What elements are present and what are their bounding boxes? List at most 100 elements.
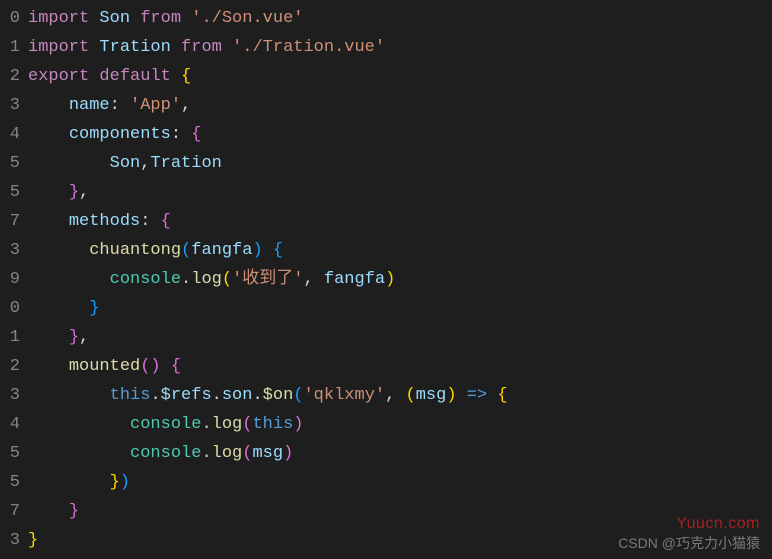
code-token: }: [69, 183, 79, 202]
code-token: .: [181, 270, 191, 289]
code-token: [28, 328, 69, 347]
code-token: [222, 38, 232, 57]
code-line[interactable]: this.$refs.son.$on('qklxmy', (msg) => {: [28, 381, 772, 410]
code-line[interactable]: components: {: [28, 120, 772, 149]
code-token: .: [252, 386, 262, 405]
line-number: 5: [0, 468, 28, 497]
code-token: [130, 9, 140, 28]
code-line[interactable]: console.log(this): [28, 410, 772, 439]
code-token: Son: [110, 154, 141, 173]
line-number: 2: [0, 62, 28, 91]
code-token: ): [120, 473, 130, 492]
code-token: {: [161, 212, 171, 231]
line-number: 3: [0, 381, 28, 410]
code-token: log: [191, 270, 222, 289]
code-token: (: [181, 241, 191, 260]
watermark-sub: CSDN @巧克力小猫猿: [618, 533, 760, 553]
code-line[interactable]: },: [28, 323, 772, 352]
code-token: components: [69, 125, 171, 144]
code-token: :: [110, 96, 130, 115]
line-number: 0: [0, 4, 28, 33]
line-number: 3: [0, 91, 28, 120]
code-token: [28, 270, 110, 289]
code-token: import: [28, 38, 89, 57]
code-line[interactable]: chuantong(fangfa) {: [28, 236, 772, 265]
code-token: $on: [263, 386, 294, 405]
code-token: .: [150, 386, 160, 405]
code-token: [89, 67, 99, 86]
line-number: 4: [0, 410, 28, 439]
code-token: .: [201, 444, 211, 463]
code-token: {: [273, 241, 283, 260]
code-line[interactable]: console.log(msg): [28, 439, 772, 468]
code-token: ,: [79, 328, 89, 347]
code-token: [263, 241, 273, 260]
line-number: 5: [0, 178, 28, 207]
code-token: }: [89, 299, 99, 318]
code-token: name: [69, 96, 110, 115]
code-token: [161, 357, 171, 376]
code-token: [28, 154, 110, 173]
code-token: $refs: [161, 386, 212, 405]
code-line[interactable]: import Tration from './Tration.vue': [28, 33, 772, 62]
code-token: .: [212, 386, 222, 405]
code-token: (): [140, 357, 160, 376]
code-token: [28, 473, 110, 492]
code-line[interactable]: export default {: [28, 62, 772, 91]
code-token: }: [69, 502, 79, 521]
code-line[interactable]: name: 'App',: [28, 91, 772, 120]
code-line[interactable]: Son,Tration: [28, 149, 772, 178]
line-number: 2: [0, 352, 28, 381]
code-token: [89, 9, 99, 28]
code-token: ): [446, 386, 456, 405]
code-token: console: [130, 415, 201, 434]
code-line[interactable]: }: [28, 497, 772, 526]
code-token: this: [252, 415, 293, 434]
code-token: log: [212, 444, 243, 463]
code-line[interactable]: methods: {: [28, 207, 772, 236]
code-token: [28, 212, 69, 231]
code-editor[interactable]: 0123455739012345573 import Son from './S…: [0, 0, 772, 559]
code-token: (: [406, 386, 416, 405]
code-line[interactable]: },: [28, 178, 772, 207]
code-token: log: [212, 415, 243, 434]
code-token: ): [252, 241, 262, 260]
line-number: 3: [0, 526, 28, 555]
code-token: ,: [385, 386, 405, 405]
code-line[interactable]: import Son from './Son.vue': [28, 4, 772, 33]
line-number: 7: [0, 207, 28, 236]
code-token: ,: [303, 270, 323, 289]
code-token: }: [69, 328, 79, 347]
code-line[interactable]: mounted() {: [28, 352, 772, 381]
code-token: from: [140, 9, 181, 28]
code-token: (: [293, 386, 303, 405]
code-token: }: [110, 473, 120, 492]
code-token: ): [385, 270, 395, 289]
code-token: import: [28, 9, 89, 28]
code-token: [487, 386, 497, 405]
code-token: (: [242, 444, 252, 463]
code-line[interactable]: console.log('收到了', fangfa): [28, 265, 772, 294]
code-token: ,: [79, 183, 89, 202]
code-line[interactable]: }: [28, 294, 772, 323]
code-token: ,: [181, 96, 191, 115]
code-token: ,: [140, 154, 150, 173]
code-token: export: [28, 67, 89, 86]
code-line[interactable]: }): [28, 468, 772, 497]
code-token: [28, 386, 110, 405]
code-token: [28, 502, 69, 521]
code-token: son: [222, 386, 253, 405]
code-token: [28, 125, 69, 144]
line-number: 1: [0, 323, 28, 352]
line-number: 5: [0, 439, 28, 468]
line-number: 5: [0, 149, 28, 178]
code-area[interactable]: import Son from './Son.vue'import Tratio…: [28, 0, 772, 559]
code-token: [28, 183, 69, 202]
code-token: [181, 9, 191, 28]
code-token: 'qklxmy': [303, 386, 385, 405]
code-token: [28, 357, 69, 376]
code-token: [28, 241, 89, 260]
code-token: msg: [416, 386, 447, 405]
code-token: :: [140, 212, 160, 231]
code-token: ): [283, 444, 293, 463]
